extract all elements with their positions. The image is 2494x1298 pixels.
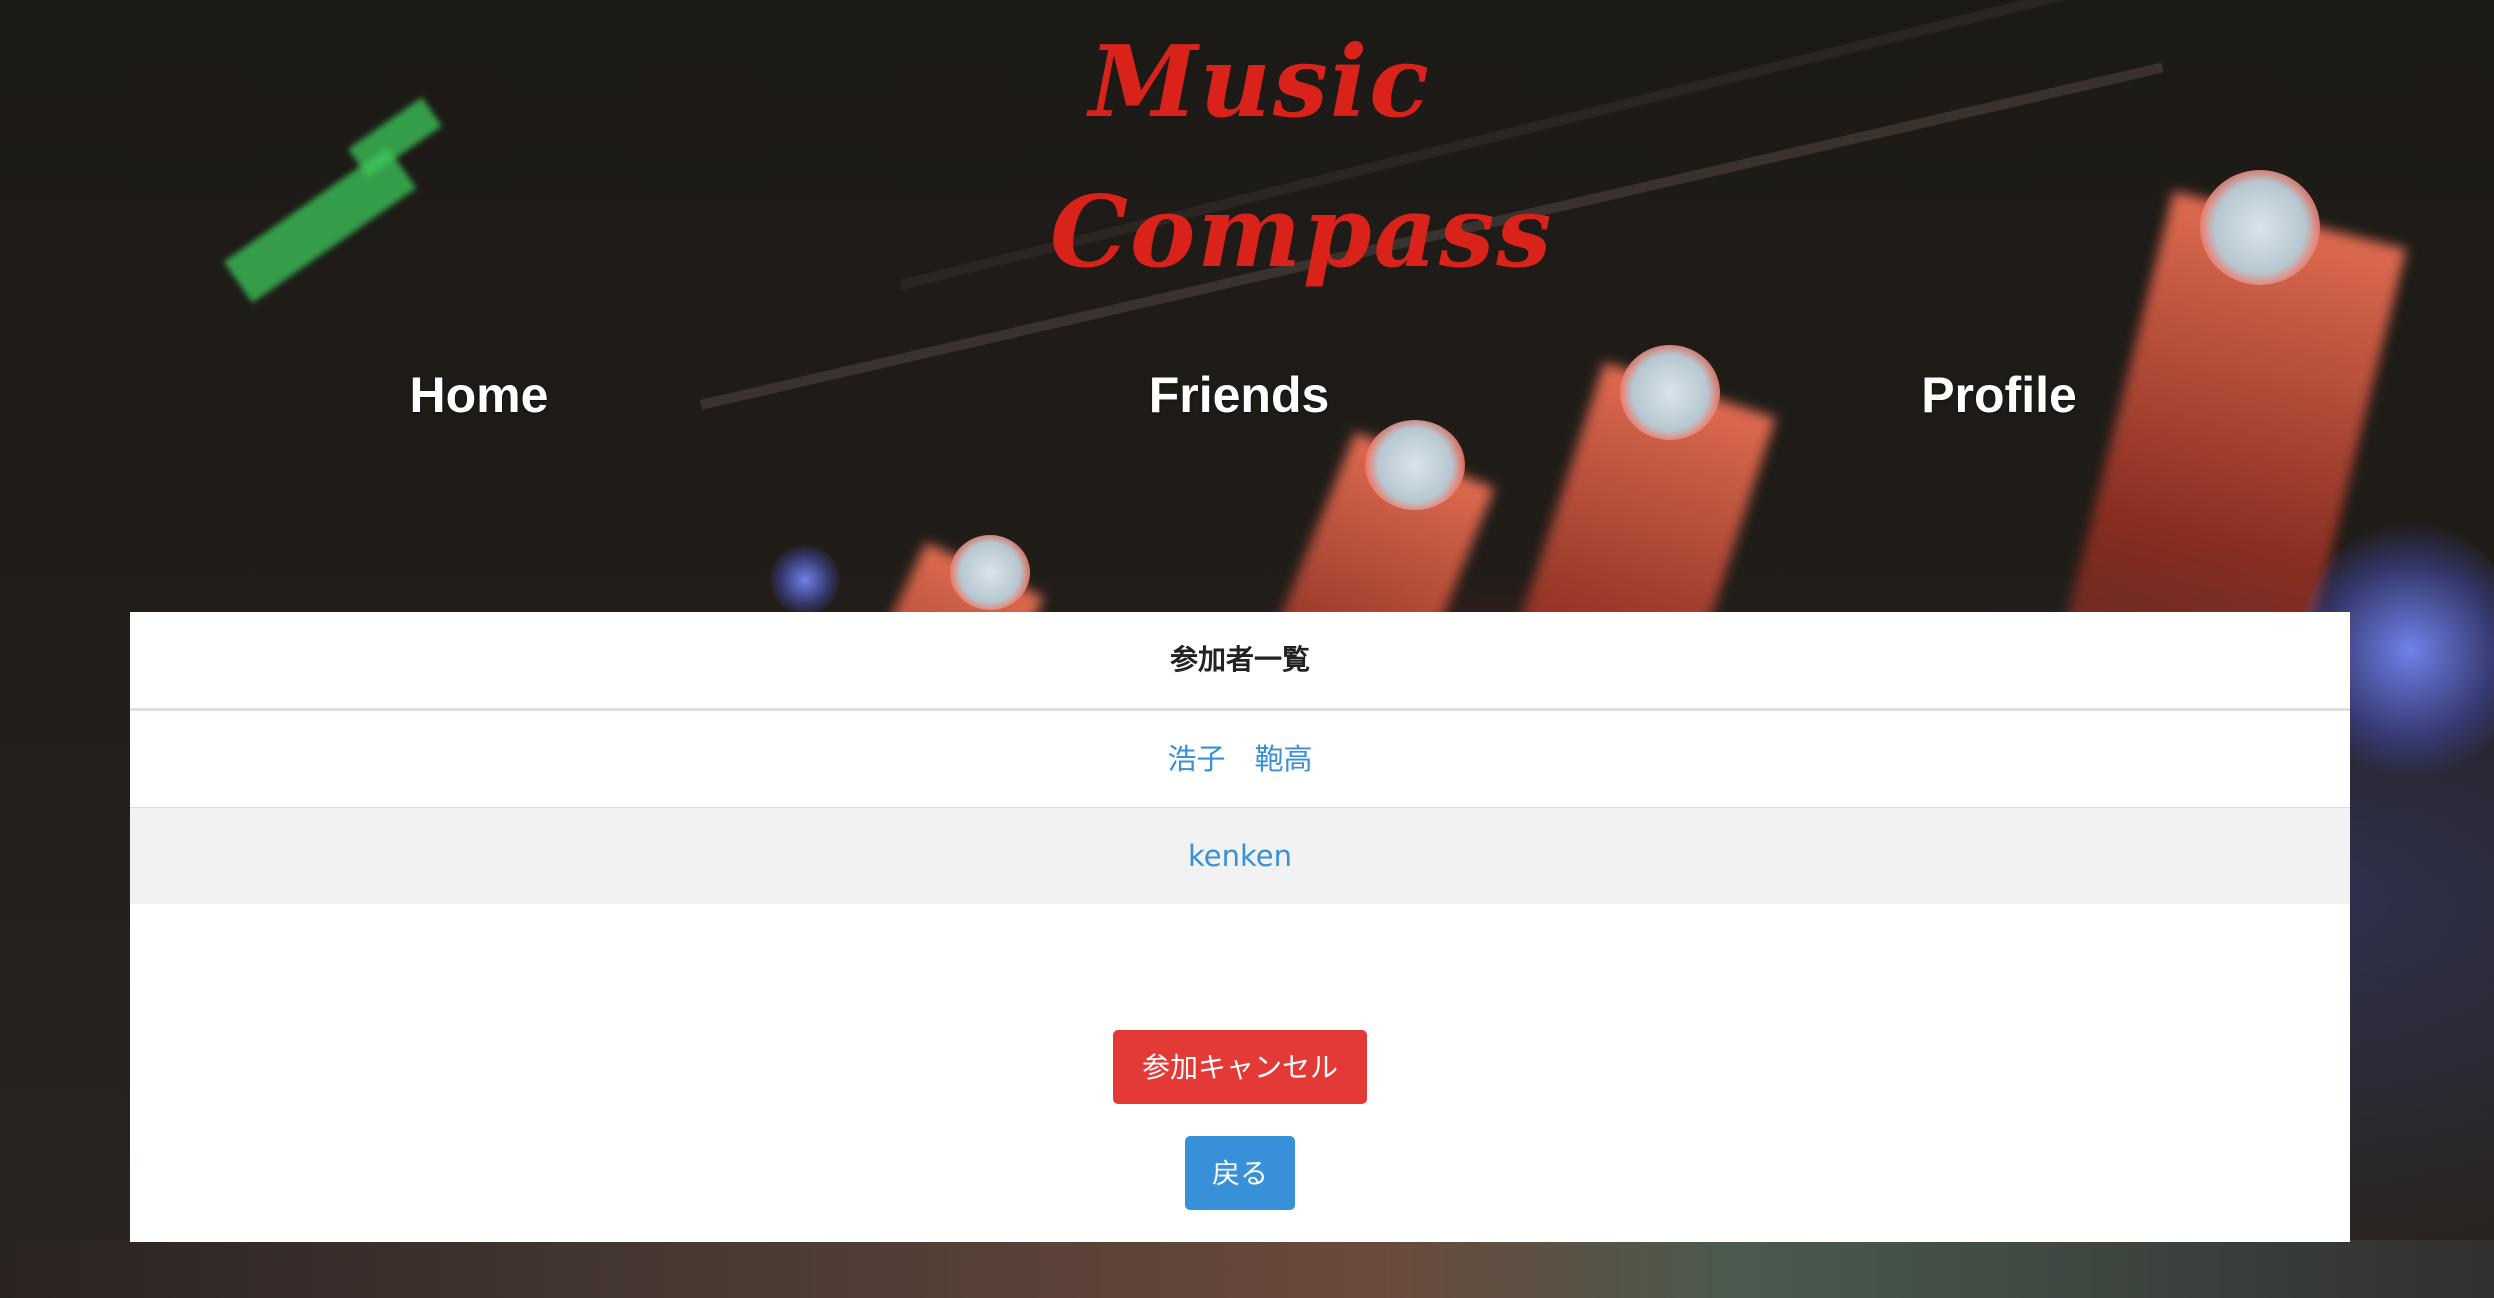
- participants-title: 参加者一覧: [130, 612, 2350, 711]
- action-buttons: 参加キャンセル 戻る: [130, 1030, 2350, 1210]
- nav-home[interactable]: Home: [279, 355, 679, 435]
- main-nav: Home Friends Profile: [0, 355, 2494, 435]
- participants-panel: 参加者一覧 浩子 鞄高 kenken 参加キャンセル 戻る: [130, 612, 2350, 1242]
- site-logo[interactable]: Music Compass: [1050, 8, 1554, 308]
- participant-row: 浩子 鞄高: [130, 711, 2350, 808]
- nav-friends[interactable]: Friends: [1039, 355, 1439, 435]
- logo-line-1: Music: [1089, 25, 1431, 140]
- participant-link[interactable]: kenken: [1188, 839, 1292, 873]
- nav-profile[interactable]: Profile: [1799, 355, 2199, 435]
- cancel-participation-button[interactable]: 参加キャンセル: [1113, 1030, 1367, 1104]
- back-button[interactable]: 戻る: [1185, 1136, 1295, 1210]
- participant-link[interactable]: 浩子 鞄高: [1167, 742, 1312, 776]
- logo-line-2: Compass: [1050, 175, 1554, 290]
- participant-row: kenken: [130, 808, 2350, 904]
